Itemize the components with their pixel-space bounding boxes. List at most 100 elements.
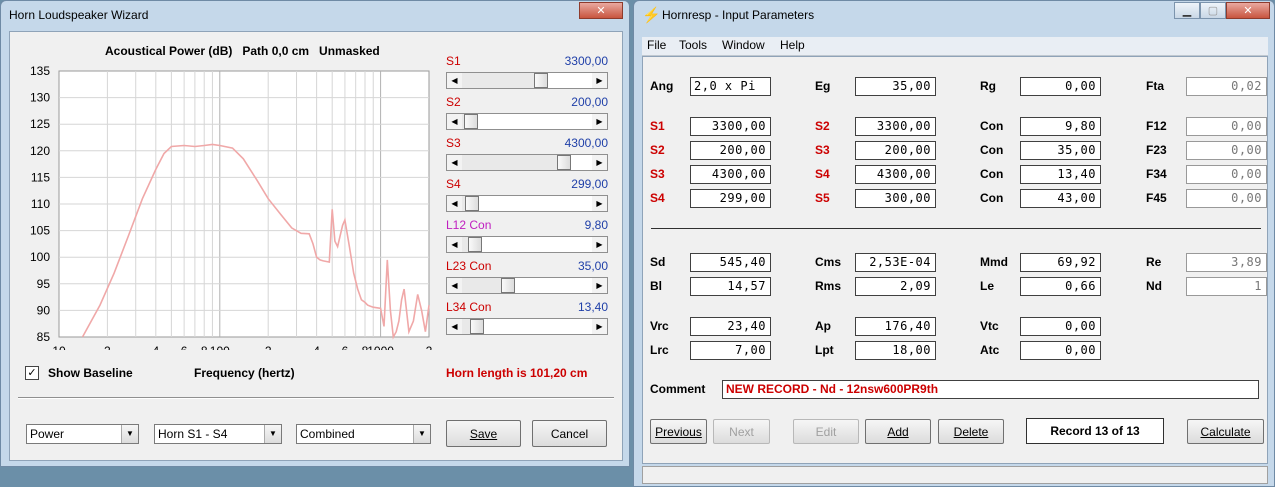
param-field[interactable]: 1: [1186, 277, 1267, 296]
arrow-left-icon[interactable]: ◀: [447, 278, 462, 293]
param-field[interactable]: 0,00: [1020, 341, 1101, 360]
param-field[interactable]: 43,00: [1020, 189, 1101, 208]
calculate-button[interactable]: Calculate: [1187, 419, 1264, 444]
wizard-close-button[interactable]: ✕: [579, 2, 623, 19]
param-field[interactable]: 0,00: [1186, 117, 1267, 136]
y-tick-label: 100: [30, 250, 50, 264]
previous-button[interactable]: Previous: [650, 419, 707, 444]
param-field[interactable]: 4300,00: [855, 165, 936, 184]
param-field[interactable]: 7,00: [690, 341, 771, 360]
slider-track: [548, 73, 592, 88]
param-field[interactable]: 0,00: [1186, 141, 1267, 160]
baseline-checkbox[interactable]: ✓: [25, 366, 39, 380]
param-field[interactable]: 9,80: [1020, 117, 1101, 136]
param-field[interactable]: 299,00: [690, 189, 771, 208]
parameter-slider[interactable]: ◀ ▶: [446, 72, 608, 89]
maximize-icon: ▢: [1207, 5, 1219, 17]
arrow-right-icon[interactable]: ▶: [592, 114, 607, 129]
menu-tools[interactable]: Tools: [679, 38, 707, 52]
param-field[interactable]: 0,00: [1020, 317, 1101, 336]
parameter-slider[interactable]: ◀ ▶: [446, 154, 608, 171]
param-field[interactable]: 0,00: [1186, 189, 1267, 208]
arrow-left-icon[interactable]: ◀: [447, 237, 462, 252]
param-field[interactable]: 14,57: [690, 277, 771, 296]
param-field[interactable]: 200,00: [690, 141, 771, 160]
menu-file[interactable]: File: [647, 38, 666, 52]
param-field[interactable]: 23,40: [690, 317, 771, 336]
param-field[interactable]: 2,53E-04: [855, 253, 936, 272]
param-field[interactable]: 3300,00: [690, 117, 771, 136]
param-field[interactable]: 2,0 x Pi: [690, 77, 771, 96]
slider-thumb[interactable]: [465, 196, 479, 211]
arrow-right-icon[interactable]: ▶: [592, 237, 607, 252]
param-field[interactable]: 35,00: [855, 77, 936, 96]
next-button[interactable]: Next: [713, 419, 770, 444]
arrow-left-icon[interactable]: ◀: [447, 319, 462, 334]
param-field[interactable]: 3300,00: [855, 117, 936, 136]
arrow-left-icon[interactable]: ◀: [447, 155, 462, 170]
slider-thumb[interactable]: [464, 114, 478, 129]
edit-button[interactable]: Edit: [793, 419, 859, 444]
param-field[interactable]: 300,00: [855, 189, 936, 208]
parameter-slider[interactable]: ◀ ▶: [446, 113, 608, 130]
arrow-left-icon[interactable]: ◀: [447, 73, 462, 88]
arrow-left-icon[interactable]: ◀: [447, 114, 462, 129]
slider-thumb[interactable]: [534, 73, 548, 88]
param-field[interactable]: 2,09: [855, 277, 936, 296]
param-field[interactable]: 200,00: [855, 141, 936, 160]
param-field[interactable]: 35,00: [1020, 141, 1101, 160]
arrow-right-icon[interactable]: ▶: [592, 73, 607, 88]
slider-thumb[interactable]: [470, 319, 484, 334]
parameter-slider[interactable]: ◀ ▶: [446, 195, 608, 212]
param-field[interactable]: 13,40: [1020, 165, 1101, 184]
param-field[interactable]: 545,40: [690, 253, 771, 272]
param-field[interactable]: 0,02: [1186, 77, 1267, 96]
arrow-right-icon[interactable]: ▶: [592, 155, 607, 170]
param-field[interactable]: 18,00: [855, 341, 936, 360]
param-field[interactable]: 0,66: [1020, 277, 1101, 296]
horn-length-text: Horn length is 101,20 cm: [446, 366, 588, 380]
param-label: Re: [1146, 255, 1162, 269]
save-button[interactable]: Save: [446, 420, 521, 447]
param-field[interactable]: 176,40: [855, 317, 936, 336]
param-field[interactable]: 69,92: [1020, 253, 1101, 272]
maximize-button[interactable]: ▢: [1200, 2, 1226, 19]
arrow-left-icon[interactable]: ◀: [447, 196, 462, 211]
y-tick-label: 110: [31, 197, 50, 211]
menu-help[interactable]: Help: [780, 38, 805, 52]
param-field[interactable]: 0,00: [1020, 77, 1101, 96]
chevron-down-icon[interactable]: ▼: [413, 425, 430, 443]
param-label: S3: [650, 167, 665, 181]
delete-button[interactable]: Delete: [938, 419, 1004, 444]
comment-field[interactable]: NEW RECORD - Nd - 12nsw600PR9th: [722, 380, 1259, 399]
slider-label: L34 Con: [446, 300, 492, 314]
slider-thumb[interactable]: [557, 155, 571, 170]
slider-thumb[interactable]: [501, 278, 515, 293]
hornresp-close-button[interactable]: ✕: [1226, 2, 1270, 19]
param-field[interactable]: 4300,00: [690, 165, 771, 184]
cancel-button[interactable]: Cancel: [532, 420, 607, 447]
add-button[interactable]: Add: [865, 419, 931, 444]
param-label: F34: [1146, 167, 1167, 181]
param-field[interactable]: 0,00: [1186, 165, 1267, 184]
arrow-right-icon[interactable]: ▶: [592, 196, 607, 211]
show-baseline-label[interactable]: Show Baseline: [48, 366, 133, 380]
arrow-right-icon[interactable]: ▶: [592, 319, 607, 334]
minimize-button[interactable]: ▁: [1174, 2, 1200, 19]
horn-combo[interactable]: Horn S1 - S4 ▼: [154, 424, 282, 444]
slider-thumb[interactable]: [468, 237, 482, 252]
mode-combo[interactable]: Combined ▼: [296, 424, 431, 444]
arrow-right-icon[interactable]: ▶: [592, 278, 607, 293]
chevron-down-icon[interactable]: ▼: [121, 425, 138, 443]
chevron-down-icon[interactable]: ▼: [264, 425, 281, 443]
param-label: Sd: [650, 255, 666, 269]
parameter-slider[interactable]: ◀ ▶: [446, 318, 608, 335]
power-combo[interactable]: Power ▼: [26, 424, 139, 444]
wizard-titlebar[interactable]: Horn Loudspeaker Wizard ✕: [1, 1, 629, 31]
parameter-slider[interactable]: ◀ ▶: [446, 236, 608, 253]
hornresp-titlebar[interactable]: ⚡ Hornresp - Input Parameters ▁ ▢ ✕: [634, 1, 1274, 31]
parameter-slider[interactable]: ◀ ▶: [446, 277, 608, 294]
menu-window[interactable]: Window: [722, 38, 765, 52]
param-field[interactable]: 3,89: [1186, 253, 1267, 272]
y-tick-label: 85: [37, 330, 51, 344]
